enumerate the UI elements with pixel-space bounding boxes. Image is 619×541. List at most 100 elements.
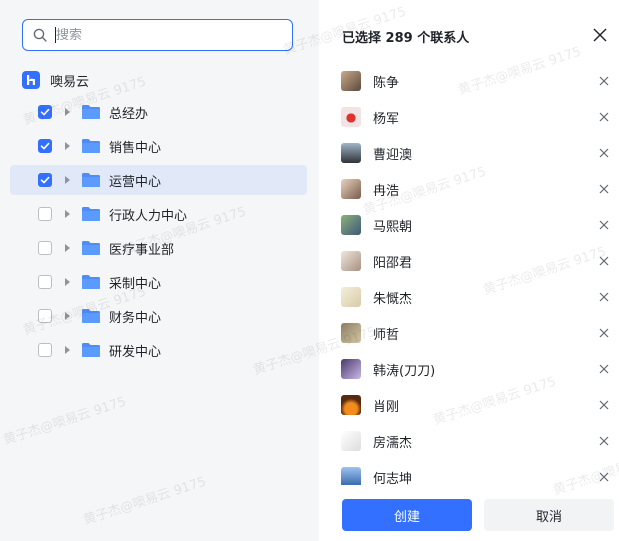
folder-icon (82, 139, 100, 153)
remove-contact-icon[interactable] (599, 436, 609, 446)
avatar (341, 359, 361, 379)
department-label: 销售中心 (109, 140, 162, 156)
contact-row: 房濡杰 (341, 423, 611, 459)
contact-row: 何志坤 (341, 459, 611, 485)
selected-count-title: 已选择 289 个联系人 (342, 31, 470, 46)
contact-row: 韩涛(刀刀) (341, 351, 611, 387)
avatar (341, 215, 361, 235)
contact-row: 马熙朝 (341, 207, 611, 243)
department-row[interactable]: 运营中心 (10, 165, 307, 195)
department-checkbox[interactable] (38, 275, 52, 289)
contact-name: 马熙朝 (373, 219, 413, 235)
contact-name: 师哲 (373, 327, 400, 343)
contact-row: 曹迎澳 (341, 135, 611, 171)
department-tree-pane: 噢易云 总经办销售中心运营中心行政人力中心医疗事业部采制中心财务中心研发中心 (0, 0, 319, 541)
department-label: 运营中心 (109, 174, 162, 190)
expand-arrow-icon[interactable] (65, 108, 70, 116)
remove-contact-icon[interactable] (599, 292, 609, 302)
department-checkbox[interactable] (38, 309, 52, 323)
contact-name: 肖刚 (373, 399, 400, 415)
contact-row: 师哲 (341, 315, 611, 351)
folder-icon (82, 275, 100, 289)
remove-contact-icon[interactable] (599, 472, 609, 482)
avatar (341, 143, 361, 163)
department-row[interactable]: 总经办 (10, 97, 307, 127)
department-row[interactable]: 采制中心 (10, 267, 307, 297)
folder-icon (82, 173, 100, 187)
contact-row: 阳邵君 (341, 243, 611, 279)
selected-contacts-pane: 已选择 289 个联系人 陈争杨军曹迎澳冉浩马熙朝阳邵君朱慨杰师哲韩涛(刀刀) 肖… (319, 0, 619, 541)
department-row[interactable]: 财务中心 (10, 301, 307, 331)
checkmark-icon (40, 176, 50, 184)
department-row[interactable]: 研发中心 (10, 335, 307, 365)
department-label: 医疗事业部 (109, 242, 175, 258)
avatar (341, 431, 361, 451)
contact-name: 陈争 (373, 75, 400, 91)
expand-arrow-icon[interactable] (65, 346, 70, 354)
department-row[interactable]: 医疗事业部 (10, 233, 307, 263)
expand-arrow-icon[interactable] (65, 278, 70, 286)
department-list: 总经办销售中心运营中心行政人力中心 医疗事业部采制中心财务中心研发中心 (10, 97, 307, 369)
expand-arrow-icon[interactable] (65, 244, 70, 252)
department-checkbox[interactable] (38, 241, 52, 255)
remove-contact-icon[interactable] (599, 400, 609, 410)
department-label: 采制中心 (109, 276, 162, 292)
department-checkbox[interactable] (38, 105, 52, 119)
avatar (341, 179, 361, 199)
avatar (341, 71, 361, 91)
department-checkbox[interactable] (38, 343, 52, 357)
avatar (341, 395, 361, 415)
contact-row: 朱慨杰 (341, 279, 611, 315)
contact-name: 朱慨杰 (373, 291, 413, 307)
remove-contact-icon[interactable] (599, 184, 609, 194)
remove-contact-icon[interactable] (599, 148, 609, 158)
remove-contact-icon[interactable] (599, 220, 609, 230)
expand-arrow-icon[interactable] (65, 142, 70, 150)
contact-name: 杨军 (373, 111, 400, 127)
remove-contact-icon[interactable] (599, 76, 609, 86)
folder-icon (82, 207, 100, 221)
contact-row: 杨军 (341, 99, 611, 135)
contact-row: 肖刚 (341, 387, 611, 423)
contact-name: 韩涛(刀刀) (373, 363, 436, 379)
org-root[interactable]: 噢易云 (22, 70, 89, 90)
org-logo-icon (22, 71, 40, 89)
remove-contact-icon[interactable] (599, 112, 609, 122)
department-checkbox[interactable] (38, 139, 52, 153)
cancel-button[interactable]: 取消 (484, 499, 614, 531)
expand-arrow-icon[interactable] (65, 210, 70, 218)
department-row[interactable]: 行政人力中心 (10, 199, 307, 229)
contact-name: 曹迎澳 (373, 147, 413, 163)
selected-contact-list[interactable]: 陈争杨军曹迎澳冉浩马熙朝阳邵君朱慨杰师哲韩涛(刀刀) 肖刚房濡杰何志坤 (341, 63, 611, 485)
department-row[interactable]: 销售中心 (10, 131, 307, 161)
folder-icon (82, 241, 100, 255)
department-label: 总经办 (109, 106, 149, 122)
folder-icon (82, 105, 100, 119)
expand-arrow-icon[interactable] (65, 312, 70, 320)
contact-name: 房濡杰 (373, 435, 413, 451)
checkmark-icon (40, 108, 50, 116)
avatar (341, 467, 361, 485)
department-label: 研发中心 (109, 344, 162, 360)
department-label: 行政人力中心 (109, 208, 188, 224)
avatar (341, 107, 361, 127)
remove-contact-icon[interactable] (599, 256, 609, 266)
department-label: 财务中心 (109, 310, 162, 326)
remove-contact-icon[interactable] (599, 328, 609, 338)
avatar (341, 251, 361, 271)
department-checkbox[interactable] (38, 207, 52, 221)
create-button[interactable]: 创建 (342, 499, 472, 531)
checkmark-icon (40, 142, 50, 150)
search-icon (33, 28, 47, 42)
search-box[interactable] (22, 19, 293, 51)
contact-name: 阳邵君 (373, 255, 413, 271)
search-input[interactable] (56, 27, 276, 43)
contact-row: 陈争 (341, 63, 611, 99)
folder-icon (82, 343, 100, 357)
expand-arrow-icon[interactable] (65, 176, 70, 184)
close-icon[interactable] (592, 27, 608, 43)
department-checkbox[interactable] (38, 173, 52, 187)
org-name: 噢易云 (50, 74, 90, 90)
remove-contact-icon[interactable] (599, 364, 609, 374)
contact-name: 冉浩 (373, 183, 400, 199)
